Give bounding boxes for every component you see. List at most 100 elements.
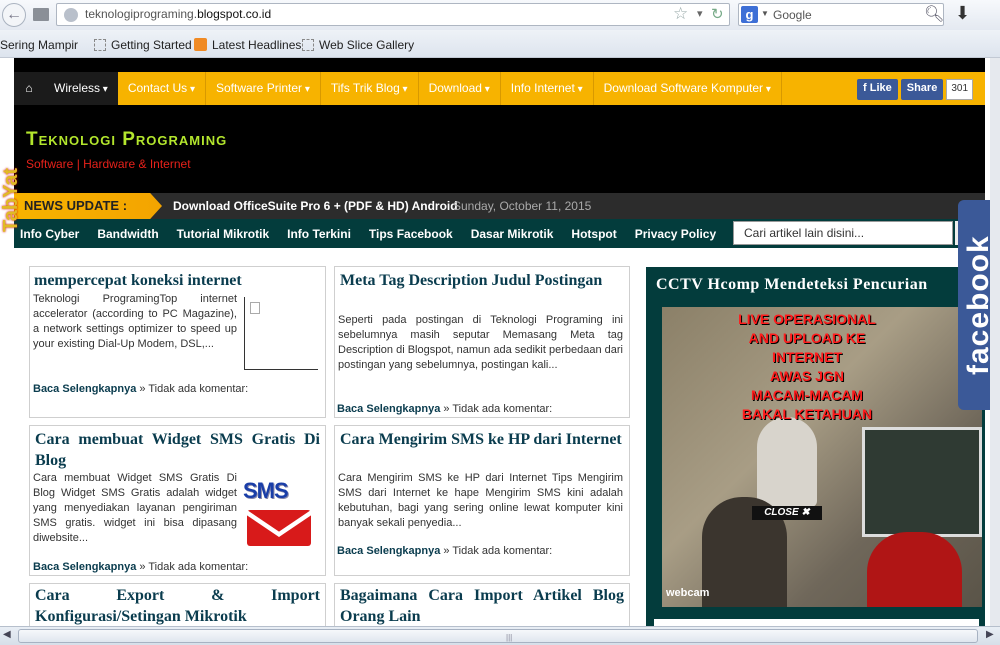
rss-icon (194, 38, 207, 51)
comment-count[interactable]: Tidak ada komentar: (148, 383, 248, 395)
search-box[interactable]: g ▼ Google 🔍︎ (738, 3, 944, 26)
tabyat-badge[interactable]: TabYat (0, 150, 30, 250)
overlay-line: AND UPLOAD KE (748, 330, 866, 346)
bookmark-latest-headlines[interactable]: Latest Headlines (194, 38, 301, 52)
news-headline[interactable]: Download OfficeSuite Pro 6 + (PDF & HD) … (173, 199, 458, 213)
person-shape (867, 532, 962, 607)
sms-image-label: SMS (243, 478, 289, 503)
nav-download-software-komputer[interactable]: Download Software Komputer (594, 72, 782, 105)
post-meta: Baca Selengkapnya » Tidak ada komentar: (337, 403, 553, 415)
grip-icon: ||| (506, 633, 513, 642)
nav-software-printer[interactable]: Software Printer (206, 72, 321, 105)
back-button[interactable]: ← (2, 3, 26, 27)
webcam-watermark: webcam (666, 587, 710, 599)
download-icon[interactable]: ⬇ (955, 3, 970, 24)
sidebar-widget-title: CCTV Hcomp Mendeteksi Pencurian (656, 276, 928, 293)
facebook-share-bar: f Like Share 301 (857, 79, 974, 100)
post-title[interactable]: Meta Tag Description Judul Postingan (340, 270, 624, 291)
tab-grid-icon[interactable] (33, 8, 49, 21)
scroll-thumb[interactable]: ||| (18, 629, 978, 643)
url-dropdown-icon[interactable]: ▾ (697, 7, 703, 20)
google-logo-icon: g (741, 6, 758, 23)
facebook-icon: f (863, 82, 870, 94)
read-more-link[interactable]: Baca Selengkapnya (337, 545, 440, 557)
search-placeholder: Google (773, 8, 812, 22)
globe-icon (64, 8, 78, 22)
overlay-line: BAKAL KETAHUAN (741, 406, 873, 422)
post-excerpt: Seperti pada postingan di Teknologi Prog… (338, 314, 623, 371)
article-search-input[interactable]: Cari artikel lain disini... (733, 221, 953, 245)
news-label: NEWS UPDATE : (14, 193, 162, 219)
site-tagline: Software | Hardware & Internet (26, 157, 191, 171)
close-ad-button[interactable]: CLOSE ✖ (752, 506, 822, 520)
cat-dasar-mikrotik[interactable]: Dasar Mikrotik (462, 227, 563, 241)
page-icon (94, 39, 106, 51)
page-icon (302, 39, 314, 51)
overlay-line: MACAM-MACAM (751, 387, 863, 403)
reload-icon[interactable]: ↻ (711, 5, 724, 23)
post-meta: Baca Selengkapnya » Tidak ada komentar: (337, 545, 553, 557)
envelope-icon (247, 510, 311, 546)
nav-wireless[interactable]: Wireless (44, 72, 118, 105)
nav-info-internet[interactable]: Info Internet (501, 72, 594, 105)
url-text: teknologiprograming.blogspot.co.id (85, 7, 272, 21)
post-title[interactable]: Cara Mengirim SMS ke HP dari Internet (340, 429, 624, 450)
bookmark-star-icon[interactable]: ☆ (673, 4, 688, 24)
post-card: Cara Mengirim SMS ke HP dari Internet Ca… (334, 425, 630, 576)
monitor-shape (862, 427, 982, 537)
post-title[interactable]: mempercepat koneksi internet (34, 270, 274, 291)
post-card: Bagaimana Cara Import Artikel Blog Orang… (334, 583, 630, 628)
post-excerpt: Cara Mengirim SMS ke HP dari Internet Ti… (338, 472, 623, 529)
post-excerpt: Teknologi ProgramingTop internet acceler… (33, 293, 237, 350)
broken-image-icon (250, 302, 260, 314)
url-bar[interactable]: teknologiprograming.blogspot.co.id ☆ ▾ ↻ (56, 3, 730, 26)
read-more-link[interactable]: Baca Selengkapnya (33, 383, 136, 395)
site-title[interactable]: Teknologi Programing (26, 129, 227, 151)
nav-download[interactable]: Download (419, 72, 501, 105)
cat-tips-facebook[interactable]: Tips Facebook (360, 227, 462, 241)
person-shape (757, 417, 817, 507)
bookmark-sering-mampir[interactable]: Sering Mampir (0, 38, 78, 52)
vertical-scrollbar[interactable] (990, 58, 1000, 626)
post-card: Cara membuat Widget SMS Gratis Di Blog C… (29, 425, 326, 576)
post-meta: Baca Selengkapnya » Tidak ada komentar: (33, 561, 249, 573)
cat-hotspot[interactable]: Hotspot (562, 227, 625, 241)
post-card: Cara Export & Import Konfigurasi/Setinga… (29, 583, 326, 628)
scroll-left-icon[interactable]: ◀ (3, 629, 11, 640)
read-more-link[interactable]: Baca Selengkapnya (337, 403, 440, 415)
fb-share-button[interactable]: Share (900, 79, 944, 100)
overlay-line: INTERNET (772, 349, 842, 365)
read-more-link[interactable]: Baca Selengkapnya (33, 561, 136, 573)
bookmarks-bar: Sering Mampir Getting Started Latest Hea… (0, 30, 1000, 58)
post-title[interactable]: Bagaimana Cara Import Artikel Blog Orang… (340, 585, 624, 627)
nav-contact-us[interactable]: Contact Us (118, 72, 206, 105)
scroll-right-icon[interactable]: ▶ (986, 629, 994, 640)
nav-home[interactable]: ⌂ (14, 72, 44, 105)
post-title[interactable]: Cara Export & Import Konfigurasi/Setinga… (35, 585, 320, 627)
fb-like-button[interactable]: f Like (857, 79, 898, 100)
post-card: mempercepat koneksi internet Teknologi P… (29, 266, 326, 418)
bookmark-getting-started[interactable]: Getting Started (94, 38, 192, 52)
cat-tutorial-mikrotik[interactable]: Tutorial Mikrotik (168, 227, 278, 241)
comment-count[interactable]: Tidak ada komentar: (452, 403, 552, 415)
cat-privacy-policy[interactable]: Privacy Policy (626, 227, 725, 241)
fb-count: 301 (946, 79, 974, 100)
post-meta: Baca Selengkapnya » Tidak ada komentar: (33, 383, 249, 395)
overlay-line: AWAS JGN (770, 368, 844, 384)
search-icon[interactable]: 🔍︎ (924, 4, 944, 24)
sms-image[interactable]: SMS (243, 478, 315, 550)
nav-tifs-trik-blog[interactable]: Tifs Trik Blog (321, 72, 419, 105)
overlay-line: LIVE OPERASIONAL (738, 311, 876, 327)
search-engine-dropdown-icon[interactable]: ▼ (761, 9, 769, 18)
cctv-video[interactable]: LIVE OPERASIONAL AND UPLOAD KE INTERNET … (662, 307, 982, 607)
horizontal-scrollbar[interactable]: ◀ ||| ▶ (0, 626, 1000, 645)
cat-info-terkini[interactable]: Info Terkini (278, 227, 360, 241)
bookmark-web-slice-gallery[interactable]: Web Slice Gallery (302, 38, 414, 52)
page-left-margin (0, 58, 14, 626)
comment-count[interactable]: Tidak ada komentar: (148, 561, 248, 573)
post-thumbnail[interactable] (244, 297, 318, 370)
cat-bandwidth[interactable]: Bandwidth (88, 227, 167, 241)
post-title[interactable]: Cara membuat Widget SMS Gratis Di Blog (35, 429, 320, 471)
home-icon: ⌂ (25, 81, 33, 95)
comment-count[interactable]: Tidak ada komentar: (452, 545, 552, 557)
